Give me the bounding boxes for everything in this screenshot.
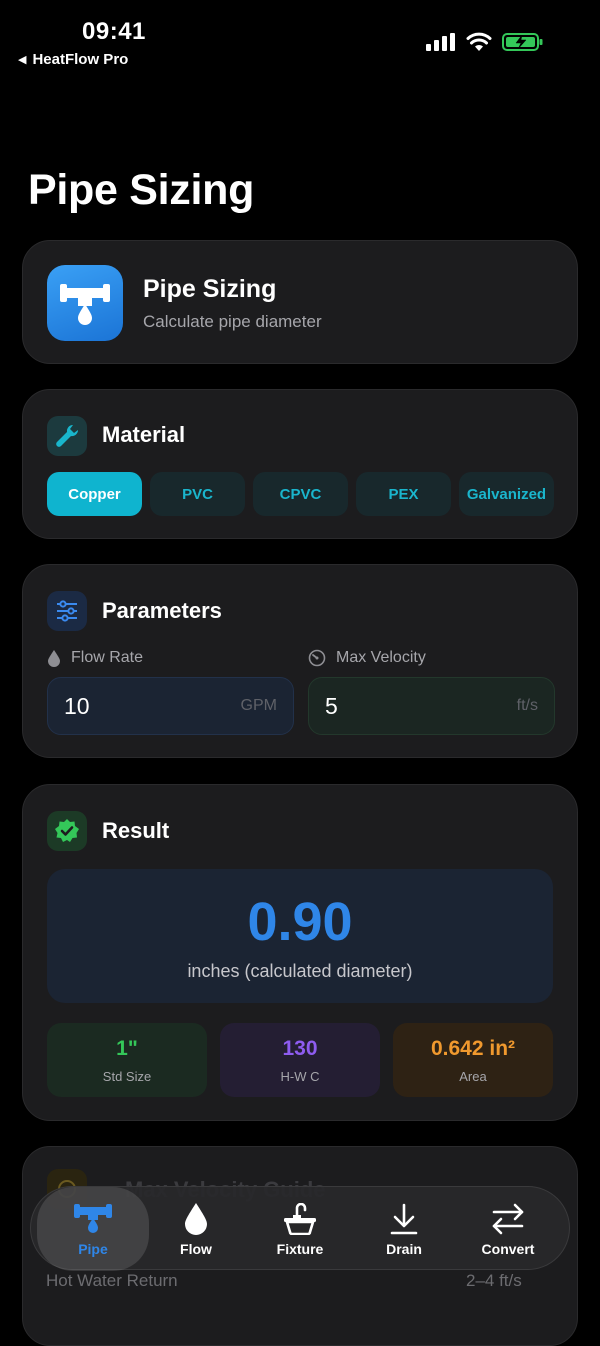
tab-fixture-label: Fixture	[276, 1241, 324, 1257]
verified-check-icon	[47, 811, 87, 851]
drain-arrow-icon	[352, 1201, 456, 1237]
result-display: 0.90 inches (calculated diameter)	[47, 869, 553, 1003]
tab-pipe-label: Pipe	[78, 1241, 108, 1257]
material-option-pex[interactable]: PEX	[356, 472, 451, 516]
tab-flow[interactable]: Flow	[144, 1187, 248, 1271]
result-section-title: Result	[102, 818, 170, 843]
flow-rate-unit: GPM	[240, 697, 277, 714]
pipe-app-icon	[47, 265, 123, 341]
tab-pipe[interactable]: Pipe	[37, 1187, 149, 1271]
material-option-pvc[interactable]: PVC	[150, 472, 245, 516]
guide-row-label: Hot Water Return	[46, 1271, 178, 1290]
gauge-icon	[308, 649, 326, 667]
tool-header-card: Pipe Sizing Calculate pipe diameter	[22, 240, 578, 364]
flow-rate-field[interactable]: 10 GPM	[47, 677, 294, 735]
parameters-card: Parameters Flow Rate 10 GPM Max Velocity…	[22, 564, 578, 758]
page-title: Pipe Sizing	[28, 166, 255, 214]
result-value: 0.90	[247, 892, 353, 952]
material-option-cpvc[interactable]: CPVC	[253, 472, 348, 516]
drop-icon	[144, 1201, 248, 1237]
convert-arrows-icon	[456, 1201, 560, 1237]
tab-drain[interactable]: Drain	[352, 1187, 456, 1271]
tab-fixture[interactable]: Fixture	[248, 1187, 352, 1271]
tab-drain-label: Drain	[386, 1241, 422, 1257]
material-option-galvanized[interactable]: Galvanized	[459, 472, 554, 516]
tool-subtitle: Calculate pipe diameter	[143, 312, 322, 331]
guide-row-value: 2–4 ft/s	[466, 1271, 522, 1290]
material-option-copper[interactable]: Copper	[47, 472, 142, 516]
flow-rate-value[interactable]: 10	[64, 693, 90, 720]
drop-icon	[48, 650, 60, 667]
result-caption: inches (calculated diameter)	[187, 961, 413, 981]
max-velocity-value[interactable]: 5	[325, 693, 338, 720]
stat-std-size-value: 1"	[116, 1037, 138, 1060]
battery-charging-icon	[502, 33, 543, 51]
sink-icon	[248, 1201, 352, 1237]
flow-rate-label-row: Flow Rate	[47, 649, 143, 667]
stat-area: 0.642 in² Area	[393, 1023, 553, 1097]
stat-hw-c: 130 H-W C	[220, 1023, 380, 1097]
tab-convert[interactable]: Convert	[456, 1187, 560, 1271]
stat-area-label: Area	[459, 1069, 487, 1084]
flow-rate-label: Flow Rate	[71, 649, 144, 666]
stat-std-size: 1" Std Size	[47, 1023, 207, 1097]
tab-flow-label: Flow	[180, 1241, 212, 1257]
back-to-app-link[interactable]: ◀ HeatFlow Pro	[18, 51, 128, 68]
sliders-icon	[47, 591, 87, 631]
tool-title: Pipe Sizing	[143, 275, 277, 303]
stat-hw-c-label: H-W C	[280, 1069, 320, 1084]
material-section-title: Material	[102, 422, 186, 447]
stat-std-size-label: Std Size	[102, 1069, 152, 1084]
tab-convert-label: Convert	[481, 1241, 535, 1257]
status-time: 09:41	[82, 18, 146, 45]
result-card: Result 0.90 inches (calculated diameter)…	[22, 784, 578, 1121]
max-velocity-label-row: Max Velocity	[308, 649, 426, 667]
stat-hw-c-value: 130	[282, 1037, 318, 1060]
stat-area-value: 0.642 in²	[430, 1037, 516, 1060]
status-indicators	[426, 32, 544, 52]
max-velocity-unit: ft/s	[516, 697, 538, 714]
pipe-icon	[37, 1201, 149, 1237]
bottom-tab-bar: Pipe Flow Fixture Drain Convert	[30, 1186, 570, 1271]
signal-icon	[426, 33, 455, 51]
back-app-label: HeatFlow Pro	[32, 51, 129, 68]
parameters-section-title: Parameters	[102, 598, 222, 623]
wifi-icon	[466, 32, 492, 51]
wrench-icon	[47, 416, 87, 456]
material-card: Material Copper PVC CPVC PEX Galvanized	[22, 389, 578, 539]
max-velocity-label: Max Velocity	[336, 649, 426, 666]
back-triangle-icon: ◀	[18, 54, 27, 66]
max-velocity-field[interactable]: 5 ft/s	[308, 677, 555, 735]
